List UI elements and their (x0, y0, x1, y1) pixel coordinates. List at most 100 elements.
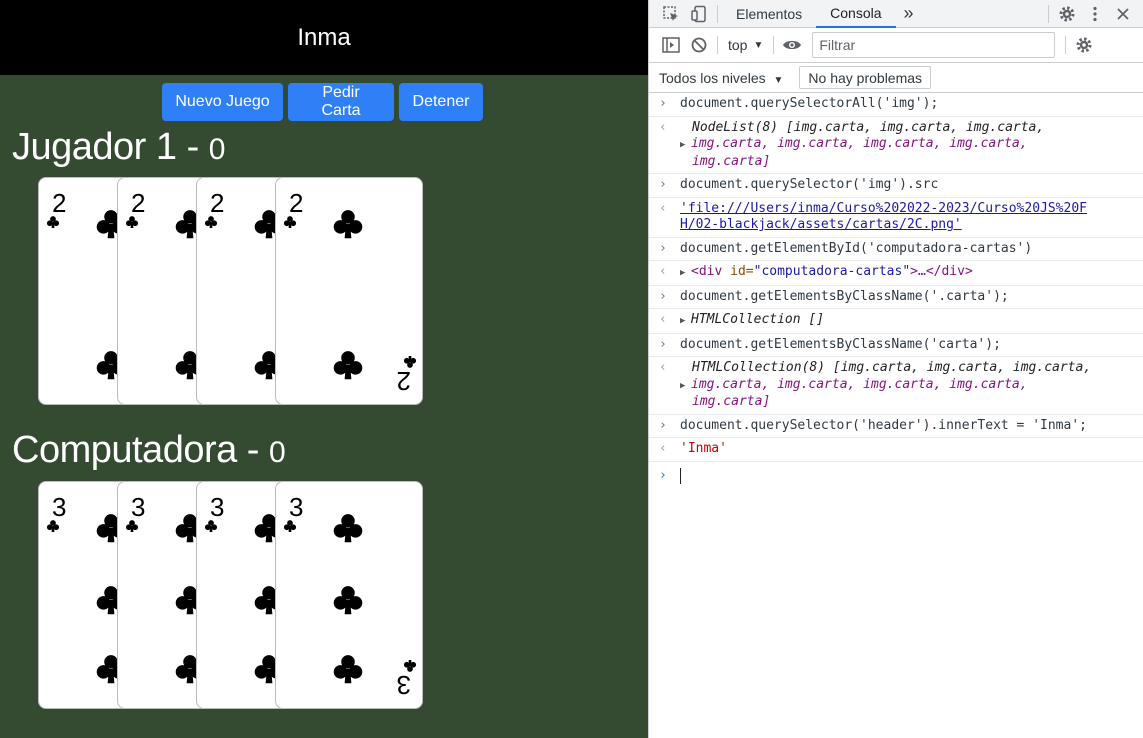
device-toolbar-icon[interactable] (685, 0, 713, 28)
dropdown-caret-icon: ▼ (773, 74, 784, 86)
dropdown-caret-icon: ▼ (753, 39, 764, 51)
console-input-row: › document.getElementsByClassName('.cart… (649, 286, 1143, 309)
toolbar-separator-3 (1065, 36, 1067, 54)
filter-input[interactable] (812, 32, 1056, 58)
output-chevron-icon: ‹ (659, 312, 667, 327)
svg-text:2: 2 (52, 188, 66, 218)
expand-triangle-icon[interactable]: ▶ (680, 137, 691, 154)
levels-bar: Todos los niveles ▼ No hay problemas (649, 63, 1143, 93)
input-chevron-icon: › (659, 240, 667, 256)
input-chevron-icon: › (659, 177, 667, 192)
output-url-line1[interactable]: 'file:///Users/inma/Curso%202022-2023/Cu… (680, 201, 1087, 216)
text-caret (680, 467, 681, 484)
console-input-row: › document.querySelector('header').inner… (649, 415, 1143, 438)
player-cards: 22222222 (38, 177, 438, 407)
svg-text:3: 3 (397, 670, 411, 700)
console-input-row: › document.getElementsByClassName('carta… (649, 334, 1143, 357)
output-element-attr-value: "computadora-cartas" (753, 264, 911, 279)
context-select-value: top (728, 37, 748, 53)
ask-card-button[interactable]: Pedir Carta (288, 83, 394, 121)
button-row: Nuevo Juego Pedir Carta Detener (162, 83, 483, 121)
output-string: 'Inma' (680, 441, 727, 456)
console-output-row[interactable]: ‹ HTMLCollection(8) [img.carta, img.cart… (649, 357, 1143, 415)
tab-separator-2 (1048, 4, 1049, 23)
output-collection-line3: img.carta] (692, 394, 771, 409)
svg-text:2: 2 (289, 188, 303, 218)
console-prompt[interactable]: › (649, 462, 1143, 490)
input-chevron-icon: › (659, 336, 667, 352)
live-expression-eye-icon[interactable] (778, 31, 806, 59)
console-output-row[interactable]: ‹ 'file:///Users/inma/Curso%202022-2023/… (649, 198, 1143, 238)
log-levels-dropdown[interactable]: Todos los niveles ▼ (659, 70, 783, 86)
computer-score: 0 (269, 436, 286, 469)
svg-text:2: 2 (210, 188, 224, 218)
computer-cards: 33333333 (38, 481, 438, 711)
page-header: Inma (0, 0, 648, 75)
output-collection-empty: HTMLCollection [] (691, 312, 825, 327)
log-levels-label: Todos los niveles (659, 69, 766, 86)
output-collection-line1: HTMLCollection(8) [img.carta, img.carta,… (692, 360, 1092, 375)
console-input-text: document.querySelectorAll('img'); (680, 96, 939, 111)
console-settings-gear-icon[interactable] (1070, 31, 1098, 59)
console-input-row: › document.querySelector('img').src (649, 174, 1143, 198)
output-collection-line2: img.carta, img.carta, img.carta, img.car… (691, 376, 1028, 392)
tab-separator (717, 4, 718, 23)
output-chevron-icon: ‹ (659, 264, 667, 279)
output-url-line2[interactable]: H/02-blackjack/assets/cartas/2C.png' (680, 217, 962, 232)
more-tabs-button[interactable]: » (896, 0, 922, 28)
expand-triangle-icon[interactable]: ▶ (680, 313, 691, 330)
player-score: 0 (208, 133, 226, 166)
toolbar-separator-2 (773, 36, 775, 54)
svg-text:3: 3 (289, 492, 303, 522)
output-chevron-icon: ‹ (659, 441, 667, 456)
context-select[interactable]: top ▼ (722, 37, 769, 53)
inspect-element-icon[interactable] (657, 0, 685, 28)
output-chevron-icon: ‹ (659, 200, 667, 216)
devtools-panel: Elementos Consola » top ▼ Filtrar Todos … (648, 0, 1143, 738)
console-output-row: ‹ 'Inma' (649, 438, 1143, 462)
console-log: › document.querySelectorAll('img'); ‹ No… (649, 93, 1143, 490)
blackjack-page: Inma Nuevo Juego Pedir Carta Detener Jug… (0, 0, 648, 738)
tab-elements[interactable]: Elementos (722, 0, 816, 28)
tab-console[interactable]: Consola (816, 0, 896, 28)
computer-title: Computadora - 0 (12, 429, 286, 472)
issues-button[interactable]: No hay problemas (799, 66, 932, 89)
output-element-attr-name: id= (722, 264, 754, 279)
computer-card: 33 (275, 481, 423, 709)
output-nodelist-line3: img.carta] (692, 153, 771, 169)
close-icon[interactable] (1109, 0, 1137, 28)
player-title-text: Jugador 1 - (12, 126, 209, 168)
input-chevron-icon: › (659, 417, 667, 433)
console-input-row: › document.getElementById('computadora-c… (649, 238, 1143, 261)
kebab-menu-icon[interactable] (1081, 0, 1109, 28)
sidebar-toggle-icon[interactable] (657, 31, 685, 59)
svg-text:2: 2 (397, 366, 411, 396)
prompt-chevron-icon: › (659, 467, 667, 483)
console-output-row[interactable]: ‹ NodeList(8) [img.carta, img.carta, img… (649, 117, 1143, 174)
svg-text:2: 2 (131, 188, 145, 218)
player-card: 22 (275, 177, 423, 405)
svg-text:3: 3 (131, 492, 145, 522)
output-chevron-icon: ‹ (659, 360, 667, 375)
expand-triangle-icon[interactable]: ▶ (680, 378, 691, 395)
output-nodelist-line2: img.carta, img.carta, img.carta, img.car… (691, 136, 1028, 151)
output-element-tag-open: <div (691, 264, 723, 279)
console-output-row[interactable]: ‹ ▶ <div id="computadora-cartas">…</div> (649, 261, 1143, 286)
stop-button[interactable]: Detener (399, 83, 483, 121)
output-nodelist-line1: NodeList(8) [img.carta, img.carta, img.c… (692, 119, 1045, 135)
input-chevron-icon: › (659, 288, 667, 304)
clear-console-icon[interactable] (685, 31, 713, 59)
output-element-tag-close: >…</div> (910, 264, 973, 279)
new-game-button[interactable]: Nuevo Juego (162, 83, 283, 121)
console-output-row[interactable]: ‹ ▶ HTMLCollection [] (649, 309, 1143, 334)
expand-triangle-icon[interactable]: ▶ (680, 265, 691, 282)
input-chevron-icon: › (659, 96, 667, 111)
console-input-text: document.querySelector('header').innerTe… (680, 417, 1087, 433)
console-input-text: document.getElementById('computadora-car… (680, 240, 1033, 256)
devtools-tabbar: Elementos Consola » (649, 0, 1143, 28)
console-toolbar: top ▼ (649, 28, 1143, 63)
console-input-row: › document.querySelectorAll('img'); (649, 93, 1143, 117)
settings-gear-icon[interactable] (1053, 0, 1081, 28)
output-chevron-icon: ‹ (659, 119, 667, 135)
console-input-text: document.getElementsByClassName('.carta'… (680, 288, 1009, 304)
